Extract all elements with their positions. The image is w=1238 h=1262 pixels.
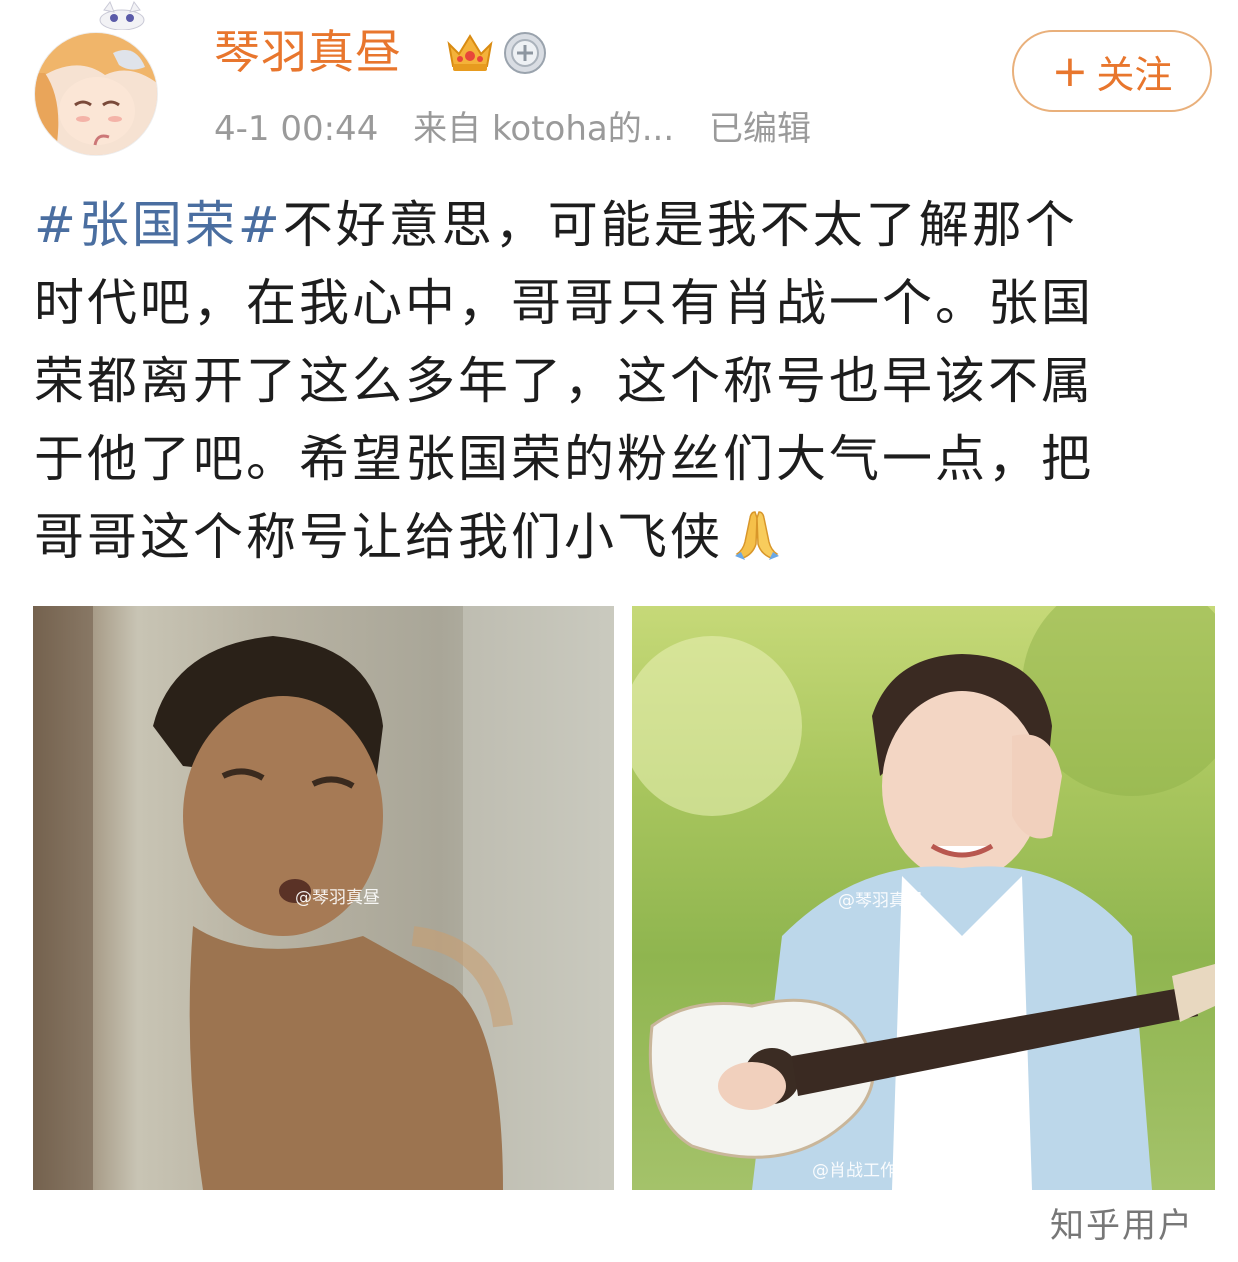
pray-icon	[729, 506, 785, 562]
post-text-5: 哥哥这个称号让给我们小飞侠	[34, 508, 723, 566]
post-source[interactable]: 来自 kotoha的...	[413, 109, 674, 149]
image-watermark: @琴羽真昼	[295, 888, 380, 908]
post-time: 4-1 00:44	[214, 109, 379, 149]
post-body: #张国荣#不好意思，可能是我不太了解那个 时代吧，在我心中，哥哥只有肖战一个。张…	[34, 186, 1214, 576]
medal-icon	[502, 30, 548, 76]
post-text-3: 荣都离开了这么多年了，这个称号也早该不属	[34, 352, 1094, 410]
image-watermark: @肖战工作室	[812, 1161, 914, 1181]
follow-button[interactable]: + 关注	[1012, 30, 1212, 112]
post-image-right[interactable]	[632, 606, 1215, 1190]
avatar[interactable]	[34, 32, 158, 156]
anime-girl-avatar-icon	[35, 33, 157, 155]
plus-icon: +	[1051, 45, 1089, 97]
post-text-1: 不好意思，可能是我不太了解那个	[282, 196, 1078, 254]
post-meta: 4-1 00:44 来自 kotoha的... 已编辑	[214, 104, 835, 154]
mascot-icon	[96, 0, 148, 31]
username[interactable]: 琴羽真昼	[214, 24, 402, 80]
post-line-5: 哥哥这个称号让给我们小飞侠	[34, 498, 1214, 576]
post-text-2: 时代吧，在我心中，哥哥只有肖战一个。张国	[34, 274, 1094, 332]
hashtag-link[interactable]: #张国荣#	[34, 196, 283, 254]
post-line-1: #张国荣#不好意思，可能是我不太了解那个	[34, 186, 1214, 264]
follow-label: 关注	[1096, 52, 1173, 97]
post-text-4: 于他了吧。希望张国荣的粉丝们大气一点，把	[34, 430, 1094, 488]
zhihu-watermark: 知乎用户	[1050, 1206, 1194, 1246]
crown-icon	[445, 30, 495, 74]
edited-label[interactable]: 已编辑	[709, 109, 811, 149]
image-watermark: @琴羽真昼	[838, 891, 923, 911]
